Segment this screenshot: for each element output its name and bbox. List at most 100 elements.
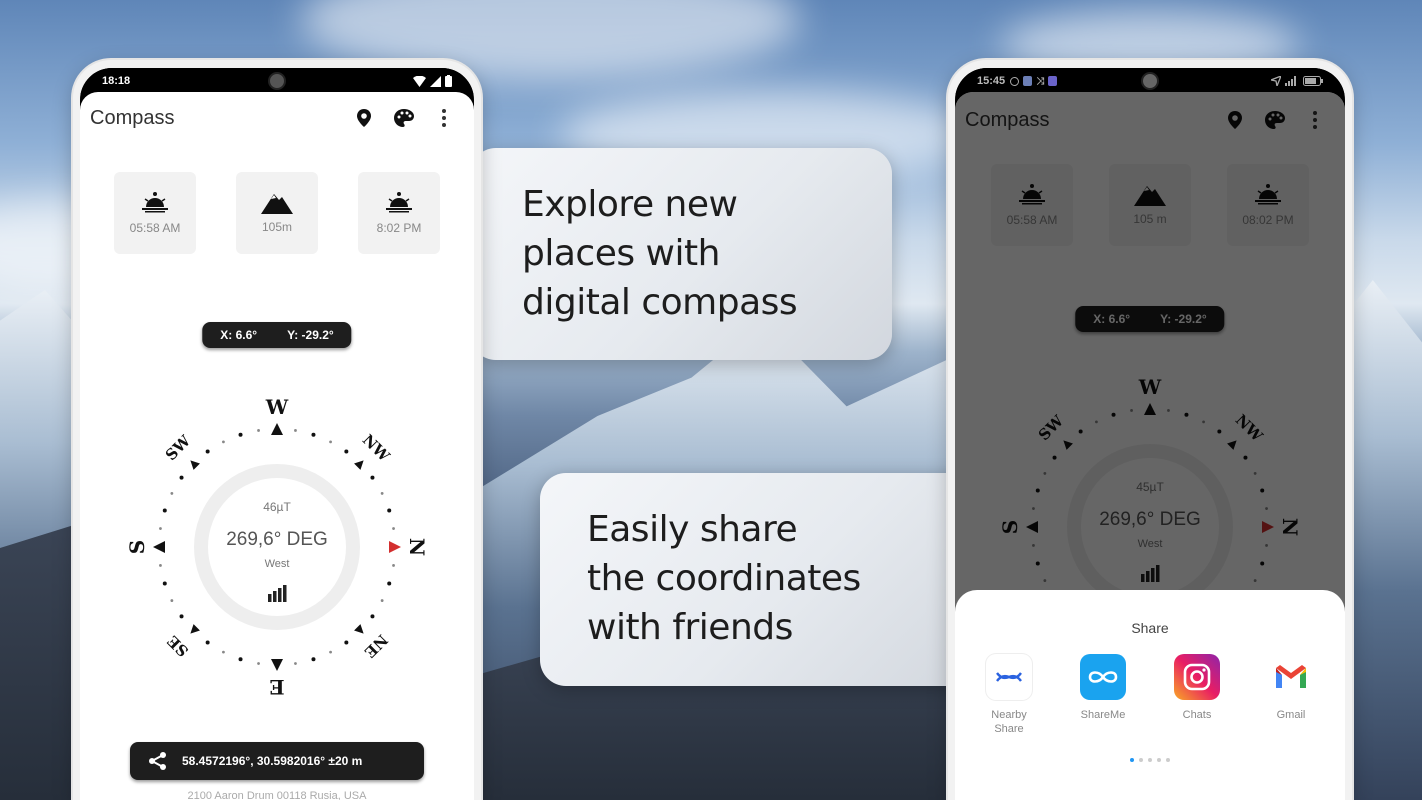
- left-phone: 18:18 Compass 05:58 AM 105m 8:02 PM X: 6…: [73, 60, 481, 800]
- signal-bar: [283, 585, 287, 602]
- direction-label-top: W: [265, 395, 289, 419]
- share-app-label: Gmail: [1276, 709, 1306, 721]
- tick-dot: [179, 475, 184, 480]
- app-title: Compass: [90, 106, 175, 129]
- direction-label-bottom_right: NE: [361, 631, 392, 662]
- promo-headline-share: Easily share the coordinates with friend…: [587, 505, 861, 652]
- signal-bar: [273, 591, 277, 602]
- headline-line: places with: [522, 233, 720, 274]
- status-bar: 18:18: [80, 68, 474, 94]
- tick-dot: [344, 640, 349, 645]
- tick-dot: [392, 527, 395, 530]
- marker-top: [271, 423, 283, 435]
- sunrise-icon: [142, 192, 168, 213]
- tick-dot: [222, 440, 225, 444]
- heading-direction: West: [265, 558, 290, 570]
- gmail-icon: [1268, 654, 1314, 700]
- sunrise-card[interactable]: 05:58 AM: [114, 172, 196, 254]
- page-dot[interactable]: [1139, 758, 1143, 762]
- tick-dot: [257, 662, 260, 665]
- marker-left: [153, 541, 165, 553]
- front-camera: [1141, 72, 1159, 90]
- share-coordinates-button[interactable]: 58.4572196°, 30.5982016° ±20 m: [130, 742, 424, 780]
- page-dot[interactable]: [1148, 758, 1152, 762]
- palette-icon[interactable]: [384, 98, 424, 138]
- promo-card-share: Easily share the coordinates with friend…: [540, 473, 980, 686]
- page-dot[interactable]: [1166, 758, 1170, 762]
- tick-dot: [162, 508, 167, 513]
- battery-icon: [1303, 76, 1323, 86]
- headline-line: Explore new: [522, 184, 738, 225]
- tick-dot: [380, 599, 384, 602]
- tick-dot: [205, 640, 210, 645]
- tick-dot: [392, 564, 395, 567]
- magnetic-field-value: 46µT: [263, 500, 291, 514]
- altitude-card[interactable]: 105m: [236, 172, 318, 254]
- front-camera: [268, 72, 286, 90]
- share-app-chats[interactable]: Chats: [1167, 654, 1227, 736]
- tilt-x: X: 6.6°: [220, 328, 258, 342]
- app-notification-icon: [1023, 76, 1033, 86]
- tick-dot: [170, 599, 174, 602]
- marker-bottom_right: [354, 624, 364, 634]
- sunset-card[interactable]: 8:02 PM: [358, 172, 440, 254]
- tick-dot: [238, 657, 243, 662]
- headline-line: the coordinates: [587, 558, 861, 599]
- share-app-gmail[interactable]: Gmail: [1261, 654, 1321, 736]
- signal-icon: [430, 75, 441, 87]
- sunset-time: 8:02 PM: [376, 221, 422, 235]
- tick-dot: [294, 662, 297, 665]
- signal-icon: [1285, 76, 1296, 86]
- share-app-label: Nearby Share: [991, 709, 1027, 735]
- alarm-icon: [1010, 76, 1020, 86]
- share-app-label: ShareMe: [1080, 709, 1126, 721]
- app-notification-icon: [1048, 76, 1058, 86]
- tick-dot: [311, 432, 316, 437]
- location-pin-icon[interactable]: [344, 98, 384, 138]
- promo-card-explore: Explore new places with digital compass: [470, 148, 892, 360]
- promo-headline-explore: Explore new places with digital compass: [522, 180, 798, 327]
- marker-top_right: [354, 460, 364, 470]
- tick-dot: [370, 614, 375, 619]
- sunrise-time: 05:58 AM: [129, 221, 181, 235]
- right-phone: 15:45 ⤨ Compass: [948, 60, 1352, 800]
- battery-icon: [445, 75, 452, 87]
- app-screen: Compass 05:58 AM 105 m: [955, 92, 1345, 800]
- share-app-shareme[interactable]: ShareMe: [1073, 654, 1133, 736]
- tilt-y: Y: -29.2°: [287, 328, 334, 342]
- page-dot[interactable]: [1157, 758, 1161, 762]
- status-time: 15:45: [977, 75, 1006, 87]
- page-dot[interactable]: [1130, 758, 1134, 762]
- address-text: 2100 Aaron Drum 00118 Rusia, USA: [187, 790, 367, 800]
- share-sheet: Share Nearby Share ShareMe Chats Gmail: [955, 590, 1345, 800]
- tick-dot: [294, 429, 297, 432]
- tick-dot: [170, 492, 174, 495]
- share-icon: [149, 752, 166, 770]
- share-sheet-title: Share: [1131, 620, 1169, 636]
- share-app-nearby[interactable]: Nearby Share: [979, 654, 1039, 736]
- headline-line: digital compass: [522, 282, 798, 323]
- instagram-icon: [1174, 654, 1220, 700]
- tick-dot: [380, 492, 384, 495]
- mountain: [1340, 280, 1422, 800]
- direction-label-top_right: NW: [359, 431, 394, 466]
- wifi-icon: [413, 75, 426, 87]
- compass-dial[interactable]: W NW N NE E SE S SW 46µT 269,6° DEG West: [117, 387, 437, 707]
- marker-bottom: [271, 659, 283, 671]
- status-time: 18:18: [102, 75, 131, 87]
- accuracy-signal-icon: [268, 585, 287, 602]
- tick-dot: [222, 650, 225, 654]
- more-vert-icon[interactable]: [424, 98, 464, 138]
- tick-dot: [387, 508, 392, 513]
- headline-line: Easily share: [587, 509, 798, 550]
- app-bar: Compass: [80, 92, 474, 144]
- share-app-label: Chats: [1182, 709, 1212, 721]
- tilt-readout: X: 6.6° Y: -29.2°: [202, 322, 352, 348]
- signal-bar: [268, 594, 272, 602]
- location-arrow-icon: [1271, 76, 1281, 86]
- direction-label-top_left: SW: [162, 431, 195, 464]
- coordinates-text: 58.4572196°, 30.5982016° ±20 m: [182, 754, 363, 768]
- sunset-icon: [386, 192, 412, 213]
- tick-dot: [159, 564, 162, 567]
- share-page-indicator[interactable]: [955, 758, 1345, 762]
